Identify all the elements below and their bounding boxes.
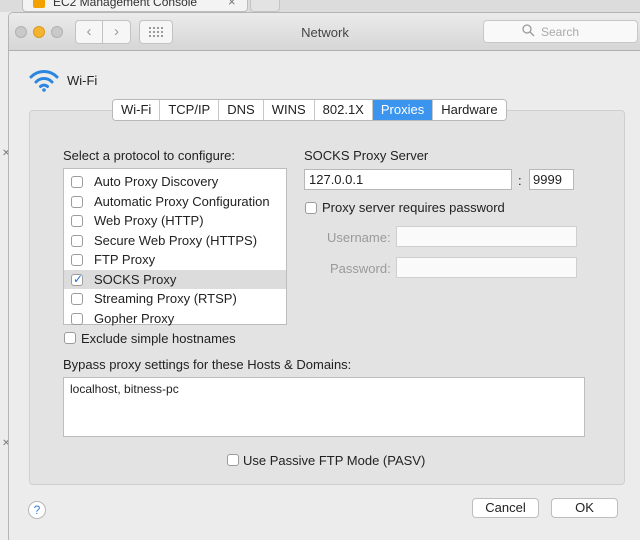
protocol-label: Streaming Proxy (RTSP)	[94, 291, 237, 306]
passive-ftp-checkbox[interactable]	[227, 454, 239, 466]
tab-close-icon[interactable]: ×	[228, 0, 236, 9]
protocol-label: Web Proxy (HTTP)	[94, 213, 204, 228]
aws-favicon-icon	[33, 0, 45, 8]
protocol-item-web-proxy[interactable]: Web Proxy (HTTP)	[64, 211, 286, 231]
interface-name: Wi-Fi	[67, 73, 98, 88]
protocol-checkbox[interactable]	[71, 312, 83, 325]
browser-tab-title: EC2 Management Console	[53, 0, 198, 9]
protocol-label: Gopher Proxy	[94, 310, 175, 326]
help-button[interactable]: ?	[28, 501, 46, 519]
search-input[interactable]: Search	[483, 20, 638, 43]
requires-password-label: Proxy server requires password	[322, 200, 505, 215]
passive-ftp-label: Use Passive FTP Mode (PASV)	[243, 453, 426, 468]
tab-tcpip[interactable]: TCP/IP	[160, 100, 220, 120]
socks-server-heading: SOCKS Proxy Server	[304, 148, 429, 163]
wifi-icon	[29, 70, 59, 92]
username-label: Username:	[327, 230, 391, 245]
ok-button[interactable]: OK	[551, 498, 618, 518]
protocol-item-streaming-proxy[interactable]: Streaming Proxy (RTSP)	[64, 289, 286, 309]
protocol-label: Automatic Proxy Configuration	[94, 193, 270, 209]
username-field[interactable]	[396, 226, 577, 247]
protocol-label: FTP Proxy	[94, 252, 156, 267]
protocol-item-auto-config[interactable]: Automatic Proxy Configuration	[64, 192, 286, 212]
exclude-simple-hostnames-checkbox[interactable]	[64, 332, 76, 344]
cancel-button[interactable]: Cancel	[472, 498, 539, 518]
tab-proxies[interactable]: Proxies	[372, 100, 434, 120]
port-separator: :	[518, 173, 522, 188]
protocol-label: Auto Proxy Discovery	[94, 174, 219, 189]
protocol-checkbox[interactable]	[71, 234, 83, 247]
settings-tab-bar: Wi-Fi TCP/IP DNS WINS 802.1X Proxies Har…	[112, 99, 507, 121]
protocol-checkbox[interactable]	[71, 195, 83, 208]
requires-password-checkbox[interactable]	[305, 202, 317, 214]
exclude-simple-hostnames-label: Exclude simple hostnames	[81, 331, 236, 346]
protocol-checkbox[interactable]	[71, 293, 83, 305]
protocol-item-auto-discovery[interactable]: Auto Proxy Discovery	[64, 172, 286, 192]
protocol-label: SOCKS Proxy	[94, 271, 177, 287]
protocol-checkbox[interactable]	[71, 254, 83, 266]
proxy-server-field[interactable]: 127.0.0.1	[304, 169, 512, 190]
new-tab-button[interactable]	[250, 0, 280, 12]
tab-dns[interactable]: DNS	[219, 100, 264, 120]
protocol-list-label: Select a protocol to configure:	[63, 148, 235, 163]
tab-wins[interactable]: WINS	[263, 100, 315, 120]
protocol-list[interactable]: Auto Proxy Discovery Automatic Proxy Con…	[63, 168, 287, 326]
tab-8021x[interactable]: 802.1X	[314, 100, 373, 120]
search-placeholder: Search	[541, 25, 580, 39]
tab-wifi[interactable]: Wi-Fi	[113, 100, 161, 120]
protocol-checkbox[interactable]	[71, 176, 83, 188]
protocol-checkbox[interactable]	[71, 272, 83, 286]
protocol-item-secure-web-proxy[interactable]: Secure Web Proxy (HTTPS)	[64, 231, 286, 251]
title-bar: ‹ › Network Search	[9, 13, 640, 51]
search-icon	[522, 24, 535, 37]
protocol-label: Secure Web Proxy (HTTPS)	[94, 232, 258, 248]
password-field[interactable]	[396, 257, 577, 278]
bypass-hosts-textarea[interactable]: localhost, bitness-pc	[63, 377, 585, 437]
protocol-item-ftp-proxy[interactable]: FTP Proxy	[64, 250, 286, 270]
password-label: Password:	[330, 261, 391, 276]
tab-hardware[interactable]: Hardware	[433, 100, 506, 120]
network-preferences-window: ‹ › Network Search Wi-Fi Wi-Fi TCP/IP DN…	[8, 12, 640, 540]
protocol-checkbox[interactable]	[71, 215, 83, 227]
protocol-item-gopher-proxy[interactable]: Gopher Proxy	[64, 309, 286, 329]
proxy-port-field[interactable]: 9999	[529, 169, 574, 190]
protocol-item-socks-proxy[interactable]: SOCKS Proxy	[64, 269, 286, 289]
bypass-list-label: Bypass proxy settings for these Hosts & …	[63, 357, 352, 372]
browser-tab[interactable]: EC2 Management Console ×	[22, 0, 248, 12]
